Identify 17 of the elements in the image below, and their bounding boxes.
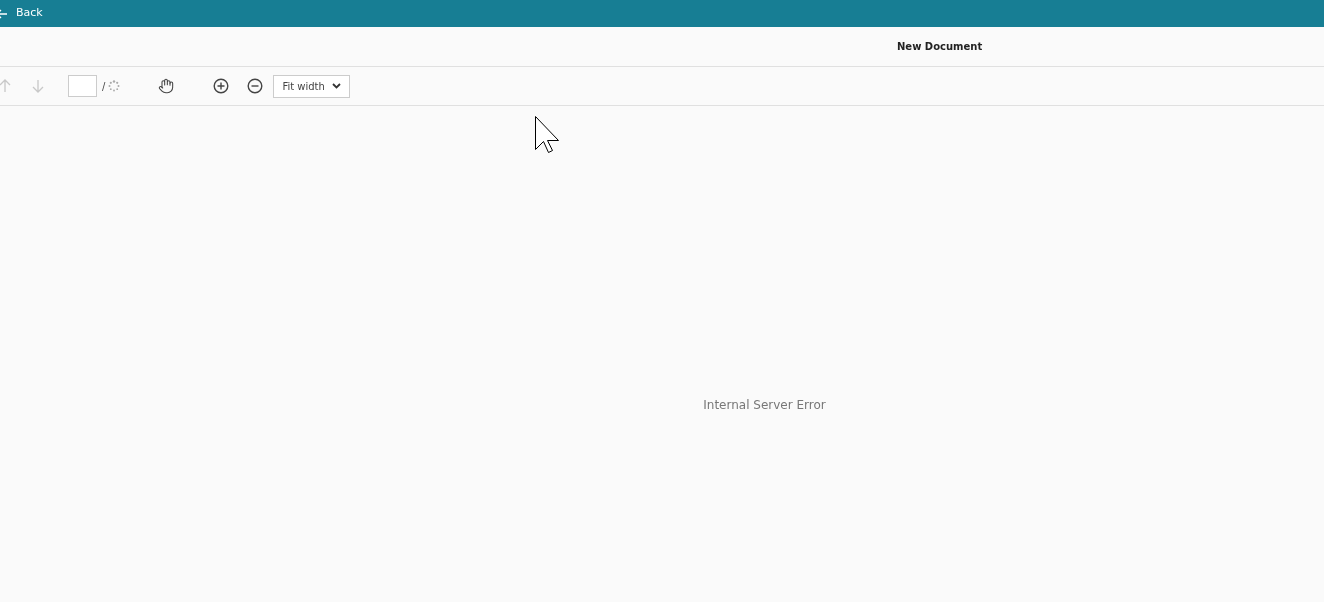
error-message: Internal Server Error bbox=[703, 397, 826, 414]
loading-spinner-icon bbox=[108, 80, 121, 92]
zoom-out-icon bbox=[247, 78, 264, 94]
up-arrow-icon bbox=[0, 79, 11, 93]
zoom-in-icon bbox=[213, 78, 230, 94]
document-title: New Document bbox=[897, 40, 983, 54]
down-arrow-icon bbox=[32, 79, 44, 93]
zoom-in-button[interactable] bbox=[213, 78, 230, 94]
zoom-select[interactable]: Fit width bbox=[273, 74, 351, 98]
pan-tool-button[interactable] bbox=[158, 78, 175, 94]
mouse-pointer-icon bbox=[535, 116, 561, 154]
zoom-out-button[interactable] bbox=[247, 78, 264, 94]
hand-icon bbox=[158, 78, 175, 94]
page-number-field[interactable] bbox=[68, 75, 97, 97]
back-button[interactable]: Back bbox=[0, 5, 43, 22]
chevron-down-icon bbox=[332, 83, 342, 89]
page-separator: / bbox=[102, 79, 106, 94]
